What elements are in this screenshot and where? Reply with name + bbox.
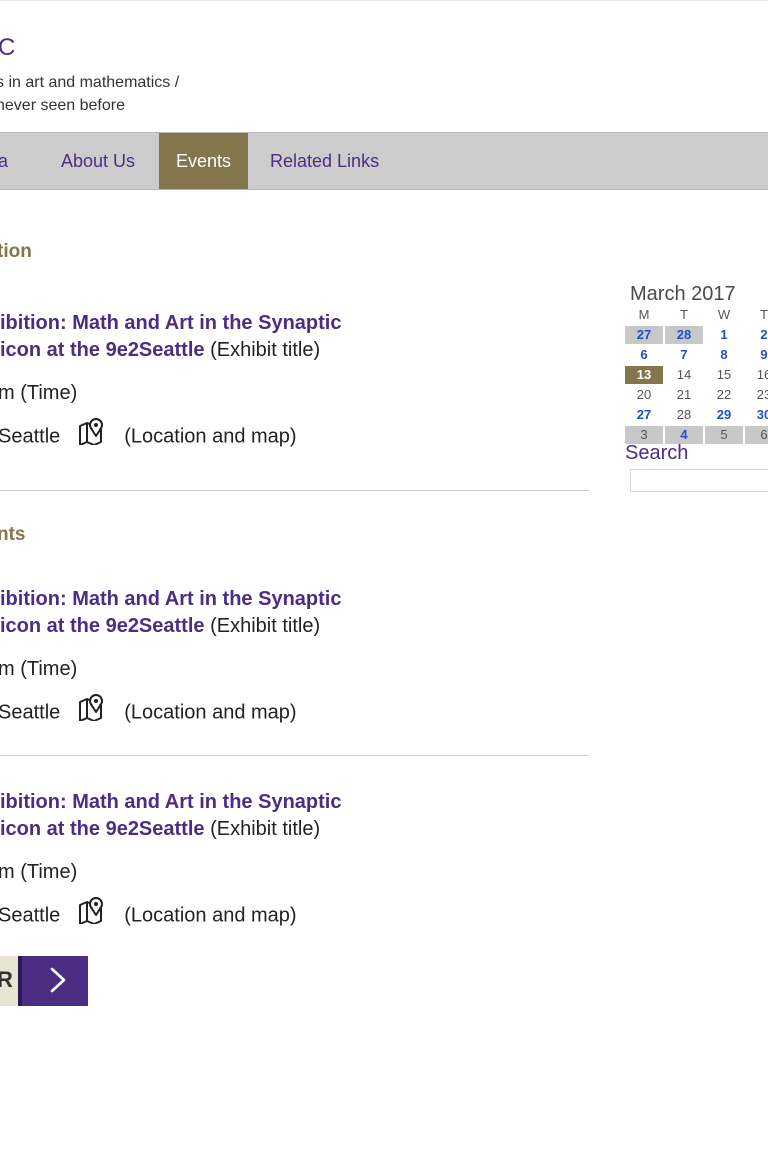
calendar-day[interactable]: 8 bbox=[705, 346, 743, 364]
calendar-day: 5 bbox=[705, 426, 743, 444]
calendar-day[interactable]: 27 bbox=[625, 406, 663, 424]
calendar-day: 21 bbox=[676, 387, 692, 402]
event-title-link-line2[interactable]: icon at the 9e2Seattle bbox=[0, 818, 205, 840]
calendar-day[interactable]: 6 bbox=[625, 346, 663, 364]
nav-item-related-links[interactable]: Related Links bbox=[270, 133, 379, 189]
search-label: Search bbox=[625, 442, 689, 464]
event-divider bbox=[0, 755, 588, 756]
event-item: ibition: Math and Art in the Synaptic ic… bbox=[0, 789, 590, 929]
nav-item-events[interactable]: Events bbox=[159, 133, 248, 189]
site-title[interactable]: C bbox=[0, 34, 15, 62]
section-divider bbox=[0, 490, 589, 491]
event-location-suffix[interactable]: (Location and map) bbox=[124, 904, 296, 926]
event-location-name: Seattle bbox=[0, 425, 61, 448]
tagline-line-1: s in art and mathematics / bbox=[0, 74, 180, 91]
calendar-day[interactable]: 29 bbox=[705, 406, 743, 424]
event-location: Seattle (Location and map) bbox=[0, 693, 297, 730]
search-input[interactable] bbox=[630, 469, 768, 492]
calendar-day: 28 bbox=[676, 407, 692, 422]
event-title-suffix: (Exhibit title) bbox=[204, 339, 321, 361]
event-title-link-line1[interactable]: ibition: Math and Art in the Synaptic bbox=[0, 588, 341, 610]
calendar-day[interactable]: 27 bbox=[625, 326, 663, 344]
event-location-name: Seattle bbox=[0, 701, 61, 724]
event-location-name: Seattle bbox=[0, 904, 61, 927]
event-location: Seattle (Location and map) bbox=[0, 896, 297, 933]
calendar-day: 6 bbox=[745, 426, 768, 444]
event-title: ibition: Math and Art in the Synaptic ic… bbox=[0, 586, 590, 640]
pager-prev-button[interactable]: R bbox=[0, 956, 18, 1006]
event-title-link-line2[interactable]: icon at the 9e2Seattle bbox=[0, 339, 205, 361]
event-item: ibition: Math and Art in the Synaptic ic… bbox=[0, 586, 590, 726]
event-time: m (Time) bbox=[0, 658, 78, 680]
nav-item-about-us[interactable]: About Us bbox=[61, 133, 135, 189]
event-location-suffix[interactable]: (Location and map) bbox=[124, 425, 296, 447]
tagline-line-2: never seen before bbox=[0, 97, 125, 114]
event-title-suffix: (Exhibit title) bbox=[204, 615, 321, 637]
calendar-title: March 2017 bbox=[630, 283, 736, 305]
event-title-link-line1[interactable]: ibition: Math and Art in the Synaptic bbox=[0, 791, 341, 813]
map-pin-icon[interactable] bbox=[78, 693, 106, 727]
calendar-weekday: M bbox=[638, 307, 650, 322]
top-border bbox=[0, 0, 768, 1]
calendar-day: 23 bbox=[756, 387, 768, 402]
section-heading-current: tion bbox=[0, 241, 32, 262]
pager-prev-label: R bbox=[0, 967, 13, 992]
nav-item-media[interactable]: ia bbox=[0, 133, 20, 189]
calendar-day[interactable]: 7 bbox=[665, 346, 703, 364]
calendar-day: 22 bbox=[716, 387, 732, 402]
calendar-weekday: W bbox=[717, 307, 731, 322]
main-nav: ia About Us Events Related Links bbox=[0, 132, 768, 190]
calendar-day[interactable]: 28 bbox=[665, 326, 703, 344]
calendar-day: 14 bbox=[676, 367, 692, 382]
calendar-day: 15 bbox=[716, 367, 732, 382]
map-pin-icon[interactable] bbox=[78, 417, 106, 451]
calendar-weekday: T bbox=[680, 307, 688, 322]
map-pin-icon[interactable] bbox=[78, 896, 106, 930]
calendar-day[interactable]: 9 bbox=[745, 346, 768, 364]
event-location-suffix[interactable]: (Location and map) bbox=[124, 701, 296, 723]
event-title-link-line1[interactable]: ibition: Math and Art in the Synaptic bbox=[0, 312, 341, 334]
calendar-day[interactable]: 1 bbox=[705, 326, 743, 344]
calendar-day-today[interactable]: 13 bbox=[625, 366, 663, 384]
event-title: ibition: Math and Art in the Synaptic ic… bbox=[0, 310, 590, 364]
calendar-day[interactable]: 30 bbox=[745, 406, 768, 424]
chevron-right-icon bbox=[50, 967, 66, 993]
event-item: ibition: Math and Art in the Synaptic ic… bbox=[0, 310, 590, 450]
event-title-suffix: (Exhibit title) bbox=[204, 818, 321, 840]
pager-next-button[interactable] bbox=[18, 956, 88, 1006]
calendar-weekday: T bbox=[760, 307, 768, 322]
calendar-day[interactable]: 2 bbox=[745, 326, 768, 344]
calendar-day: 20 bbox=[636, 387, 652, 402]
event-time: m (Time) bbox=[0, 382, 78, 404]
event-location: Seattle (Location and map) bbox=[0, 417, 297, 454]
calendar-day: 16 bbox=[756, 367, 768, 382]
site-tagline: s in art and mathematics / never seen be… bbox=[0, 71, 179, 117]
event-title-link-line2[interactable]: icon at the 9e2Seattle bbox=[0, 615, 205, 637]
event-time: m (Time) bbox=[0, 861, 78, 883]
event-title: ibition: Math and Art in the Synaptic ic… bbox=[0, 789, 590, 843]
section-heading-upcoming: nts bbox=[0, 524, 26, 545]
